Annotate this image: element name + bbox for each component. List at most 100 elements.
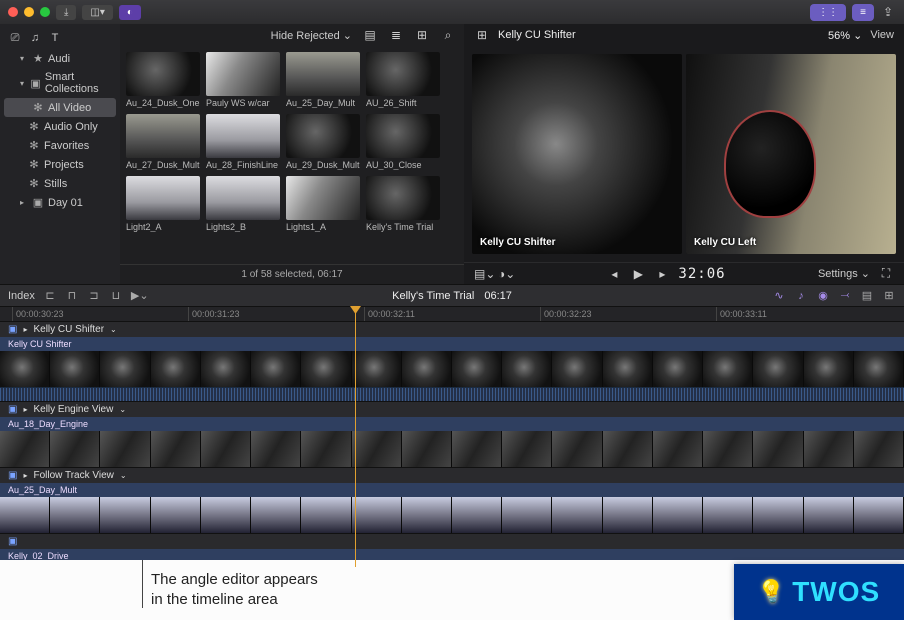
- monitor-angle-icon[interactable]: ▣: [8, 536, 17, 547]
- append-clip-icon[interactable]: ⊐: [87, 289, 101, 302]
- library-icon[interactable]: ⎚: [8, 32, 22, 45]
- project-row[interactable]: ▾ ★ Audi: [0, 49, 120, 68]
- angle-grid-icon[interactable]: ⊞: [474, 28, 490, 42]
- connect-clip-icon[interactable]: ⊏: [43, 289, 57, 302]
- sidebar-item-audio-only[interactable]: ✻ Audio Only: [0, 117, 120, 136]
- play-icon[interactable]: ▶: [630, 267, 646, 281]
- search-icon[interactable]: ⌕: [440, 28, 456, 43]
- zoom-popup[interactable]: 56% ⌄: [828, 29, 862, 42]
- clip-thumbnail[interactable]: [126, 176, 200, 220]
- clip-item[interactable]: Au_29_Dusk_Mult: [286, 114, 360, 170]
- share-button[interactable]: ⇪: [880, 5, 896, 19]
- filmstrip[interactable]: [0, 497, 904, 533]
- clip-item[interactable]: AU_30_Close: [366, 114, 440, 170]
- disclosure-triangle-icon[interactable]: ▸: [23, 325, 27, 334]
- viewer-angle[interactable]: Kelly CU Left: [686, 54, 896, 254]
- tools-popup-icon[interactable]: ▶⌄: [131, 289, 145, 302]
- clip-item[interactable]: Kelly's Time Trial: [366, 176, 440, 232]
- clip-thumbnail[interactable]: [366, 176, 440, 220]
- close-window-button[interactable]: [8, 7, 18, 17]
- clip-item[interactable]: Au_24_Dusk_One: [126, 52, 200, 108]
- chevron-down-icon[interactable]: ⌄: [119, 405, 126, 414]
- filmstrip-frame: [0, 351, 50, 387]
- smart-collections-row[interactable]: ▾ ▣ Smart Collections: [0, 68, 120, 98]
- titles-icon[interactable]: T: [48, 32, 62, 45]
- snapping-icon[interactable]: ⤙: [838, 289, 852, 302]
- clip-thumbnail[interactable]: [126, 52, 200, 96]
- clip-thumbnail[interactable]: [286, 114, 360, 158]
- clip-thumbnail[interactable]: [126, 114, 200, 158]
- filmstrip[interactable]: [0, 351, 904, 387]
- event-icon: ★: [32, 52, 44, 65]
- timeline-ruler[interactable]: 00:00:30:2300:00:31:2300:00:32:1100:00:3…: [0, 306, 904, 322]
- solo-icon[interactable]: ◉: [816, 289, 830, 302]
- monitor-angle-icon[interactable]: ▣: [8, 324, 17, 335]
- sidebar-item-favorites[interactable]: ✻ Favorites: [0, 136, 120, 155]
- clip-thumbnail[interactable]: [206, 176, 280, 220]
- clip-thumbnail[interactable]: [206, 114, 280, 158]
- clip-thumbnail[interactable]: [366, 114, 440, 158]
- clip-item[interactable]: Lights2_B: [206, 176, 280, 232]
- photos-icon[interactable]: ♫: [28, 32, 42, 45]
- clip-thumbnail[interactable]: [286, 52, 360, 96]
- skimming-icon[interactable]: ∿: [772, 289, 786, 302]
- display-options-icon[interactable]: ▤⌄: [474, 267, 490, 281]
- background-tasks-button[interactable]: ◐: [119, 5, 141, 20]
- clip-thumbnail[interactable]: [366, 52, 440, 96]
- layout-button-2[interactable]: ≡: [852, 4, 874, 21]
- settings-popup[interactable]: Settings ⌄: [818, 267, 870, 280]
- import-button[interactable]: ⤓: [56, 5, 76, 20]
- timeline-layout-icon[interactable]: ⊞: [882, 289, 896, 302]
- day-row[interactable]: ▸ ▣ Day 01: [0, 193, 120, 212]
- sidebar-item-projects[interactable]: ✻ Projects: [0, 155, 120, 174]
- track-header[interactable]: ▣▸Follow Track View⌄: [0, 468, 904, 483]
- fullscreen-window-button[interactable]: [40, 7, 50, 17]
- fullscreen-icon[interactable]: ⛶: [878, 266, 894, 281]
- view-popup[interactable]: View: [870, 29, 894, 41]
- prev-edit-icon[interactable]: ◂: [606, 267, 622, 281]
- monitor-angle-icon[interactable]: ▣: [8, 404, 17, 415]
- chevron-down-icon[interactable]: ⌄: [110, 325, 117, 334]
- audio-waveform[interactable]: [0, 387, 904, 401]
- sidebar-item-all-video[interactable]: ✻ All Video: [4, 98, 116, 117]
- list-view-icon[interactable]: ≣: [388, 28, 404, 42]
- clip-appearance-icon[interactable]: ▤: [860, 289, 874, 302]
- track-header[interactable]: ▣: [0, 534, 904, 549]
- minimize-window-button[interactable]: [24, 7, 34, 17]
- clip-item[interactable]: Lights1_A: [286, 176, 360, 232]
- filmstrip-view-icon[interactable]: ▤: [362, 28, 378, 42]
- clip-thumbnail[interactable]: [286, 176, 360, 220]
- overwrite-clip-icon[interactable]: ⊔: [109, 289, 123, 302]
- clip-item[interactable]: Au_27_Dusk_Mult: [126, 114, 200, 170]
- next-edit-icon[interactable]: ▸: [654, 267, 670, 281]
- keyword-button[interactable]: ◫▾: [82, 5, 112, 20]
- clip-item[interactable]: AU_26_Shift: [366, 52, 440, 108]
- insert-clip-icon[interactable]: ⊓: [65, 289, 79, 302]
- filmstrip[interactable]: [0, 431, 904, 467]
- chevron-down-icon[interactable]: ⌄: [120, 471, 127, 480]
- filmstrip-frame: [753, 431, 803, 467]
- color-channels-icon[interactable]: ◑⌄: [498, 267, 514, 281]
- clip-appearance-icon[interactable]: ⊞: [414, 28, 430, 42]
- disclosure-triangle-icon[interactable]: ▸: [23, 405, 27, 414]
- viewer-angle[interactable]: Kelly CU Shifter: [472, 54, 682, 254]
- filter-popup[interactable]: Hide Rejected ⌄: [271, 29, 352, 42]
- clip-item[interactable]: Au_28_FinishLine: [206, 114, 280, 170]
- brand-text: TWOS: [792, 576, 880, 608]
- disclosure-triangle-icon[interactable]: ▸: [23, 471, 27, 480]
- audio-skimming-icon[interactable]: ♪: [794, 290, 808, 302]
- clip-tag[interactable]: Au_25_Day_Mult: [0, 483, 904, 497]
- sidebar-item-stills[interactable]: ✻ Stills: [0, 174, 120, 193]
- layout-button-1[interactable]: ⋮⋮: [810, 4, 846, 21]
- index-button[interactable]: Index: [8, 290, 35, 302]
- playhead[interactable]: [355, 307, 356, 567]
- clip-item[interactable]: Pauly WS w/car: [206, 52, 280, 108]
- clip-tag[interactable]: Au_18_Day_Engine: [0, 417, 904, 431]
- clip-thumbnail[interactable]: [206, 52, 280, 96]
- clip-item[interactable]: Light2_A: [126, 176, 200, 232]
- monitor-angle-icon[interactable]: ▣: [8, 470, 17, 481]
- clip-item[interactable]: Au_25_Day_Mult: [286, 52, 360, 108]
- track-header[interactable]: ▣▸Kelly Engine View⌄: [0, 402, 904, 417]
- track-header[interactable]: ▣▸Kelly CU Shifter⌄: [0, 322, 904, 337]
- clip-tag[interactable]: Kelly CU Shifter: [0, 337, 904, 351]
